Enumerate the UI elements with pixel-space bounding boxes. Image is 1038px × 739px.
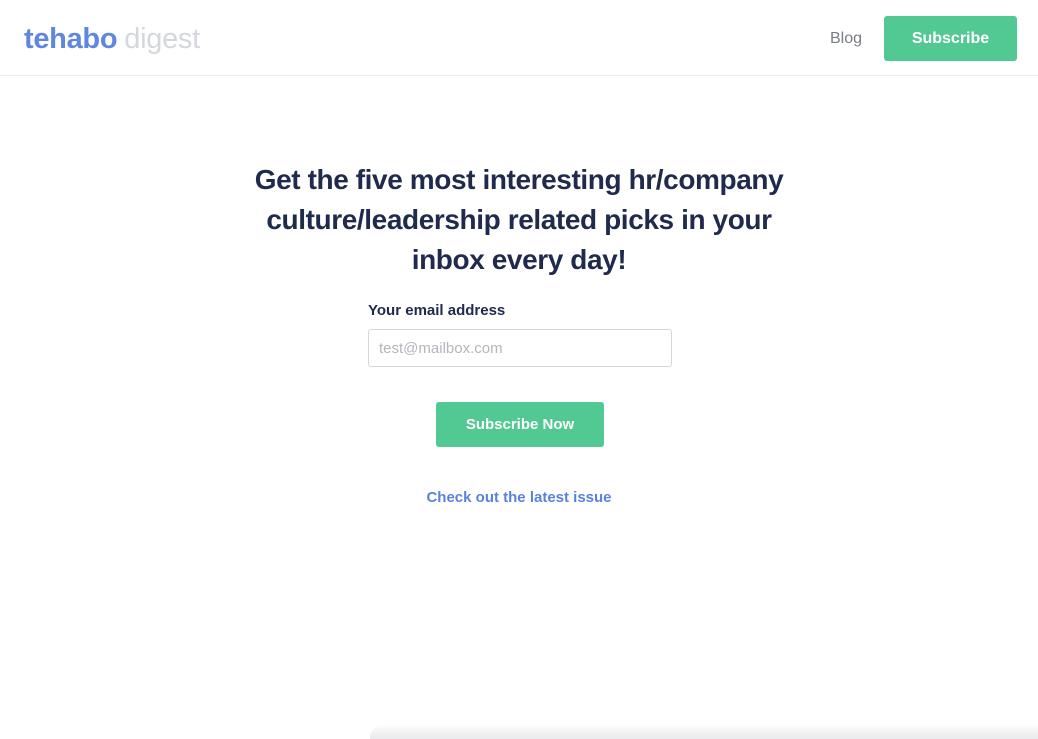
hero-headline: Get the five most interesting hr/company… <box>254 164 784 275</box>
latest-issue-link[interactable]: Check out the latest issue <box>369 488 669 508</box>
site-logo[interactable]: tehabo digest <box>24 22 200 56</box>
subscribe-form: Your email address <box>368 300 672 367</box>
bottom-shadow <box>370 724 1038 739</box>
page: tehabo digest Blog Subscribe Get the five… <box>0 0 1038 739</box>
email-input[interactable] <box>368 329 672 367</box>
email-label: Your email address <box>368 302 506 319</box>
subscribe-now-button[interactable]: Subscribe Now <box>436 402 604 447</box>
top-header: tehabo digest Blog Subscribe <box>0 0 1038 76</box>
logo-suffix-text: digest <box>124 23 200 55</box>
nav-blog-link[interactable]: Blog <box>830 29 862 49</box>
header-subscribe-button[interactable]: Subscribe <box>884 16 1017 61</box>
logo-brand-text: tehabo <box>24 23 118 55</box>
